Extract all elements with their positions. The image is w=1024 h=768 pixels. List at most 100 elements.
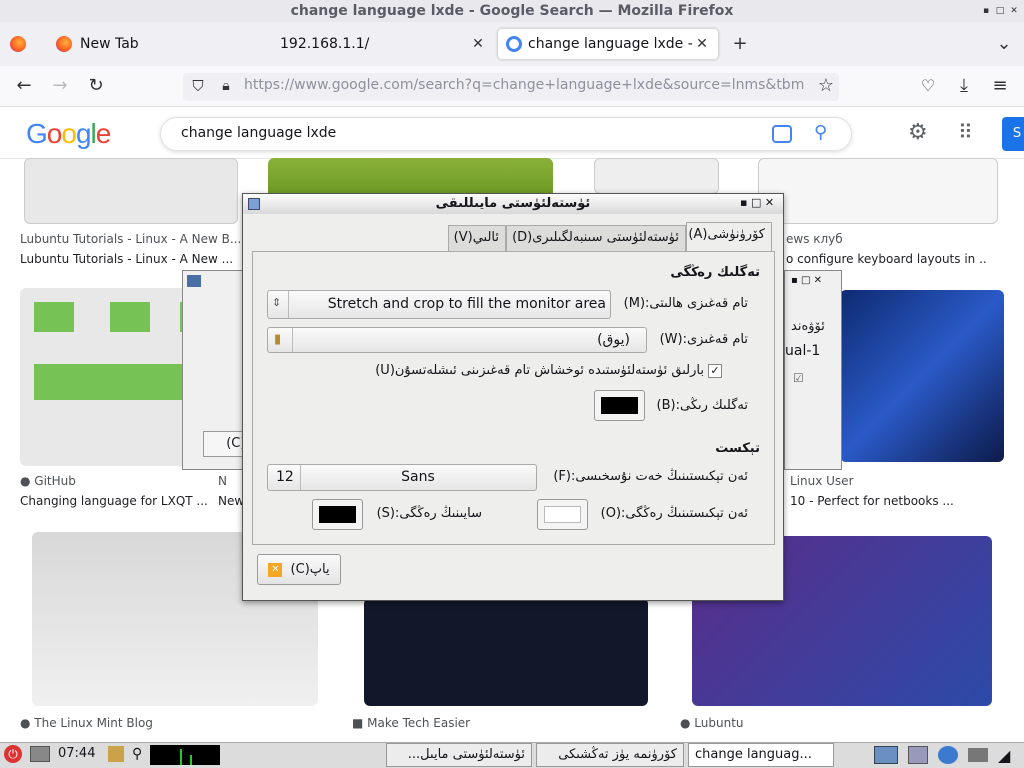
bg-color-label: تەگلىك رىڭى:(B) bbox=[656, 398, 748, 413]
back-window-text: ual-1 bbox=[785, 343, 821, 359]
font-button[interactable]: 12 Sans bbox=[267, 464, 537, 491]
font-name: Sans bbox=[401, 469, 435, 485]
maximize-icon[interactable]: □ bbox=[994, 5, 1006, 17]
window-controls[interactable]: ▪ □ ✕ bbox=[791, 275, 822, 286]
result-thumbnail[interactable] bbox=[840, 290, 1004, 462]
apps-icon[interactable]: ⠿ bbox=[958, 120, 973, 144]
tab-label: 192.168.1.1/ bbox=[280, 36, 370, 52]
background-window: ▪ □ ✕ ئۆۋەند ual-1 ☑ bbox=[784, 270, 842, 470]
tab-new-tab[interactable]: New Tab bbox=[48, 29, 268, 59]
sign-in-button[interactable]: S bbox=[1002, 117, 1024, 151]
wallpaper-mode-select[interactable]: ⇕ Stretch and crop to fill the monitor a… bbox=[267, 290, 611, 319]
result-source[interactable]: ■ Make Tech Easier bbox=[352, 716, 552, 730]
font-size: 12 bbox=[276, 469, 294, 485]
result-title[interactable]: New bbox=[218, 494, 242, 508]
task-firefox[interactable]: change languag... bbox=[688, 743, 834, 767]
shadow-color-swatch bbox=[319, 506, 356, 523]
result-source[interactable]: Lubuntu Tutorials - Linux - A New B... bbox=[20, 232, 241, 247]
bg-color-swatch bbox=[601, 397, 638, 414]
spin-icon: ⇕ bbox=[272, 296, 282, 309]
tab-appearance[interactable]: كۆرۈنۈشى(A) bbox=[686, 222, 772, 252]
download-icon[interactable]: ⤓ bbox=[952, 74, 976, 98]
google-logo[interactable]: Google bbox=[26, 118, 111, 150]
menu-icon[interactable]: ≡ bbox=[988, 74, 1012, 98]
shadow-color-button[interactable] bbox=[312, 499, 363, 530]
result-title[interactable]: o configure keyboard layouts in ... bbox=[786, 252, 986, 266]
tab-list-icon[interactable]: ⌄ bbox=[992, 32, 1016, 56]
result-source[interactable]: ● GitHub bbox=[20, 474, 220, 488]
result-source[interactable]: ● The Linux Mint Blog bbox=[20, 716, 220, 730]
bg-color-button[interactable] bbox=[594, 390, 645, 421]
shield-icon[interactable]: ⛉ bbox=[186, 74, 210, 98]
window-controls[interactable]: ▪ □ ✕ bbox=[740, 196, 774, 209]
section-background: تەگلىك رەڭگى bbox=[670, 265, 760, 280]
battery-icon[interactable] bbox=[968, 748, 988, 762]
desktop-icon[interactable] bbox=[30, 746, 50, 762]
close-icon[interactable]: ✕ bbox=[1008, 5, 1020, 17]
clock[interactable]: 07:44 bbox=[58, 746, 95, 761]
lock-icon[interactable]: 🔒︎ bbox=[214, 74, 238, 98]
search-icon[interactable]: ⚲ bbox=[814, 122, 827, 143]
bookmark-star-icon[interactable]: ☆ bbox=[814, 74, 838, 98]
all-desktops-label: بارلىق ئۈستەلئۈستىدە ئوخشاش تام قەغىزىنى… bbox=[375, 363, 704, 378]
pocket-icon[interactable]: ♡ bbox=[916, 74, 940, 98]
close-x-icon: ✕ bbox=[268, 562, 283, 577]
close-button[interactable]: ياپ(C) ✕ bbox=[257, 554, 341, 585]
text-color-label: ئەن تېكىستىنىڭ رەڭگى:(O) bbox=[600, 506, 748, 521]
font-label: ئەن تېكىستىنىڭ خەت نۇسخىسى:(F) bbox=[553, 469, 748, 484]
result-title[interactable]: Lubuntu Tutorials - Linux - A New ... bbox=[20, 252, 240, 266]
window-icon bbox=[187, 275, 201, 287]
result-title[interactable]: 10 - Perfect for netbooks ... bbox=[790, 494, 990, 508]
task-appearance-settings[interactable]: كۆرۈنمە يۈز تەڭشىكى bbox=[536, 743, 684, 767]
text-color-swatch bbox=[544, 506, 581, 523]
tab-advanced[interactable]: ئالىي(V) bbox=[448, 225, 506, 251]
tab-google[interactable]: change language lxde - G ✕ bbox=[498, 29, 718, 59]
result-title[interactable]: Changing language for LXQT ... bbox=[20, 494, 220, 508]
wallpaper-mode-value: Stretch and crop to fill the monitor are… bbox=[327, 296, 606, 312]
forward-icon[interactable]: → bbox=[48, 74, 72, 98]
result-thumbnail[interactable] bbox=[758, 158, 998, 224]
result-thumbnail[interactable] bbox=[364, 598, 648, 706]
result-source[interactable]: N bbox=[218, 474, 242, 488]
result-source[interactable]: Linux User bbox=[790, 474, 990, 488]
close-tab-icon[interactable]: ✕ bbox=[470, 36, 486, 52]
result-thumbnail[interactable] bbox=[24, 158, 238, 224]
result-thumbnail[interactable] bbox=[594, 158, 719, 194]
cpu-monitor bbox=[150, 745, 220, 765]
logout-icon[interactable]: ⏻ bbox=[4, 745, 22, 763]
tab-desktop-icons[interactable]: ئۈستەلئۈستى سىنبەلگىلىرى(D) bbox=[506, 225, 686, 251]
gear-icon[interactable]: ⚙ bbox=[908, 120, 928, 145]
window-title: change language lxde - Google Search — M… bbox=[0, 0, 1024, 22]
wallpaper-label: تام قەغىزى:(W) bbox=[659, 332, 748, 347]
screen-icon[interactable] bbox=[874, 746, 898, 764]
task-desktop-preferences[interactable]: ئۈستەلئۈستى مايىل... bbox=[386, 743, 532, 767]
text-color-button[interactable] bbox=[537, 499, 588, 530]
folder-icon[interactable] bbox=[108, 746, 124, 762]
result-source[interactable]: ews клуб bbox=[786, 232, 986, 246]
url-text[interactable]: https://www.google.com/search?q=change+l… bbox=[244, 77, 804, 97]
tab-router[interactable]: 192.168.1.1/ ✕ bbox=[272, 29, 494, 59]
window-icon[interactable] bbox=[908, 746, 928, 764]
search-query[interactable]: change language lxde bbox=[181, 125, 336, 141]
reload-icon[interactable]: ↻ bbox=[84, 74, 108, 98]
result-source[interactable]: ● Lubuntu bbox=[680, 716, 880, 730]
minimize-icon[interactable]: ▪ bbox=[980, 5, 992, 17]
checkbox-icon[interactable]: ☑ bbox=[793, 371, 804, 385]
result-thumbnail[interactable] bbox=[268, 158, 553, 198]
all-desktops-checkbox[interactable]: ✓ bbox=[708, 364, 722, 378]
close-button-label: ياپ(C) bbox=[290, 562, 330, 577]
firefox-icon[interactable] bbox=[10, 36, 34, 52]
tab-label: New Tab bbox=[80, 36, 139, 52]
wallpaper-file-button[interactable]: ▮ (يوق) bbox=[267, 327, 647, 353]
search-icon[interactable]: ⚲ bbox=[132, 746, 142, 762]
camera-icon[interactable] bbox=[772, 125, 792, 143]
dialog-title: ئۈستەلئۈستى مايىللىقى bbox=[243, 194, 783, 214]
back-icon[interactable]: ← bbox=[12, 74, 36, 98]
sound-icon[interactable]: ◢ bbox=[998, 746, 1010, 765]
network-icon[interactable] bbox=[938, 746, 958, 764]
close-tab-icon[interactable]: ✕ bbox=[694, 36, 710, 52]
new-tab-icon[interactable]: + bbox=[728, 32, 752, 56]
window-menu-icon[interactable] bbox=[248, 198, 260, 210]
back-window-text: ئۆۋەند bbox=[791, 319, 825, 334]
wallpaper-value: (يوق) bbox=[597, 332, 630, 348]
